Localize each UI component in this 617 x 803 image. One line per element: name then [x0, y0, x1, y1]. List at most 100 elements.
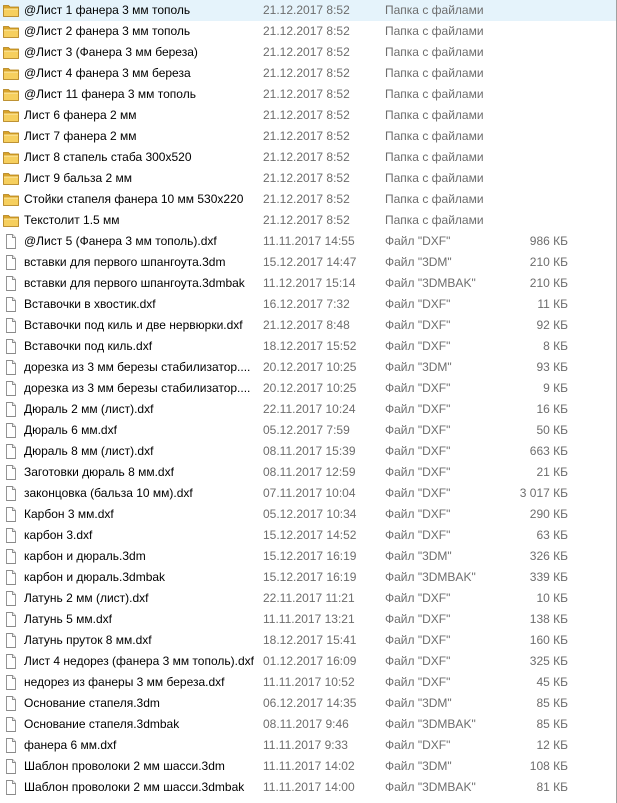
folder-icon — [3, 213, 19, 228]
file-name: Латунь 5 мм.dxf — [24, 612, 112, 626]
file-row[interactable]: Лист 4 недорез (фанера 3 мм тополь).dxf 0… — [0, 651, 616, 672]
file-row[interactable]: карбон и дюраль.3dm 15.12.2017 16:19 Файл … — [0, 546, 616, 567]
file-type: Папка с файлами — [385, 45, 484, 59]
file-name: карбон и дюраль.3dmbak — [24, 570, 166, 584]
file-name: Основание стапеля.3dmbak — [24, 717, 180, 731]
file-row[interactable]: карбон 3.dxf 15.12.2017 14:52 Файл "DXF" 63… — [0, 525, 616, 546]
file-type: Папка с файлами — [385, 87, 484, 101]
file-size: 326 КБ — [529, 549, 568, 563]
file-type: Папка с файлами — [385, 150, 484, 164]
file-row[interactable]: вставки для первого шпангоута.3dm 15.12.2… — [0, 252, 616, 273]
file-row[interactable]: Вставочки под киль и две нервюрки.dxf 21.… — [0, 315, 616, 336]
file-date: 22.11.2017 10:24 — [263, 402, 356, 416]
file-name: Вставочки под киль.dxf — [24, 339, 153, 353]
file-size: 986 КБ — [529, 234, 568, 248]
file-type: Файл "DXF" — [385, 486, 451, 500]
file-row[interactable]: Вставочки в хвостик.dxf 16.12.2017 7:32 Фа… — [0, 294, 616, 315]
file-row[interactable]: дорезка из 3 мм березы стабилизатор.... 2… — [0, 357, 616, 378]
file-row[interactable]: фанера 6 мм.dxf 11.11.2017 9:33 Файл "DXF"… — [0, 735, 616, 756]
file-row[interactable]: Шаблон проволоки 2 мм шасси.3dmbak 11.11.… — [0, 777, 616, 798]
file-row[interactable]: Лист 8 стапель стаба 300х520 21.12.2017 8… — [0, 147, 616, 168]
file-row[interactable]: Дюраль 2 мм (лист).dxf 22.11.2017 10:24 Фа… — [0, 399, 616, 420]
file-type: Файл "3DM" — [385, 759, 452, 773]
file-row[interactable]: Латунь 5 мм.dxf 11.11.2017 13:21 Файл "DXF… — [0, 609, 616, 630]
file-row[interactable]: вставки для первого шпангоута.3dmbak 11.1… — [0, 273, 616, 294]
file-date: 11.11.2017 13:21 — [263, 612, 355, 626]
file-row[interactable]: Карбон 3 мм.dxf 05.12.2017 10:34 Файл "DXF… — [0, 504, 616, 525]
file-row[interactable]: Латунь пруток 8 мм.dxf 18.12.2017 15:41 Фа… — [0, 630, 616, 651]
file-row[interactable]: Лист 9 бальза 2 мм 21.12.2017 8:52 Папка с… — [0, 168, 616, 189]
file-icon — [3, 423, 19, 438]
file-name: Лист 9 бальза 2 мм — [24, 171, 132, 185]
file-date: 11.11.2017 14:00 — [263, 780, 355, 794]
file-size: 92 КБ — [536, 318, 568, 332]
file-row[interactable]: Лист 6 фанера 2 мм 21.12.2017 8:52 Папка с… — [0, 105, 616, 126]
folder-icon — [3, 24, 19, 39]
file-row[interactable]: @Лист 11 фанера 3 мм тополь 21.12.2017 8:… — [0, 84, 616, 105]
folder-icon — [3, 45, 19, 60]
file-icon — [3, 591, 19, 606]
file-type: Папка с файлами — [385, 129, 484, 143]
file-row[interactable]: @Лист 2 фанера 3 мм тополь 21.12.2017 8:5… — [0, 21, 616, 42]
file-icon — [3, 402, 19, 417]
folder-icon — [3, 129, 19, 144]
file-type: Файл "3DM" — [385, 360, 452, 374]
file-date: 21.12.2017 8:52 — [263, 45, 350, 59]
file-name: Лист 4 недорез (фанера 3 мм тополь).dxf — [24, 654, 254, 668]
file-icon — [3, 381, 19, 396]
file-icon — [3, 465, 19, 480]
file-date: 21.12.2017 8:52 — [263, 3, 350, 17]
file-row[interactable]: Текстолит 1.5 мм 21.12.2017 8:52 Папка с ф… — [0, 210, 616, 231]
file-row[interactable]: карбон и дюраль.3dmbak 15.12.2017 16:19 Фа… — [0, 567, 616, 588]
file-size: 50 КБ — [536, 423, 568, 437]
file-type: Файл "DXF" — [385, 465, 451, 479]
file-row[interactable]: Заготовки дюраль 8 мм.dxf 08.11.2017 12:5… — [0, 462, 616, 483]
file-date: 15.12.2017 14:52 — [263, 528, 357, 542]
file-name: @Лист 5 (Фанера 3 мм тополь).dxf — [24, 234, 217, 248]
file-name: Текстолит 1.5 мм — [24, 213, 120, 227]
file-size: 290 КБ — [529, 507, 568, 521]
file-icon — [3, 780, 19, 795]
file-size: 12 КБ — [536, 738, 568, 752]
file-row[interactable]: Стойки стапеля фанера 10 мм 530х220 21.12… — [0, 189, 616, 210]
file-size: 9 КБ — [543, 381, 568, 395]
file-date: 08.11.2017 15:39 — [263, 444, 356, 458]
file-date: 11.12.2017 15:14 — [263, 276, 356, 290]
file-row[interactable]: Дюраль 6 мм.dxf 05.12.2017 7:59 Файл "DXF"… — [0, 420, 616, 441]
file-size: 108 КБ — [529, 759, 568, 773]
file-type: Папка с файлами — [385, 213, 484, 227]
file-row[interactable]: @Лист 4 фанера 3 мм береза 21.12.2017 8:5… — [0, 63, 616, 84]
file-row[interactable]: законцовка (бальза 10 мм).dxf 07.11.2017 … — [0, 483, 616, 504]
file-row[interactable]: @Лист 3 (Фанера 3 мм береза) 21.12.2017 8… — [0, 42, 616, 63]
folder-icon — [3, 87, 19, 102]
file-icon — [3, 360, 19, 375]
file-row[interactable]: Основание стапеля.3dmbak 08.11.2017 9:46 Ф… — [0, 714, 616, 735]
file-row[interactable]: @Лист 1 фанера 3 мм тополь 21.12.2017 8:5… — [0, 0, 616, 21]
file-date: 21.12.2017 8:52 — [263, 171, 350, 185]
file-icon — [3, 339, 19, 354]
file-row[interactable]: Лист 7 фанера 2 мм 21.12.2017 8:52 Папка с… — [0, 126, 616, 147]
file-icon — [3, 255, 19, 270]
file-date: 05.12.2017 10:34 — [263, 507, 357, 521]
file-name: Дюраль 8 мм (лист).dxf — [24, 444, 154, 458]
file-row[interactable]: Латунь 2 мм (лист).dxf 22.11.2017 11:21 Фа… — [0, 588, 616, 609]
file-type: Файл "DXF" — [385, 402, 451, 416]
file-row[interactable]: дорезка из 3 мм березы стабилизатор.... 2… — [0, 378, 616, 399]
file-type: Файл "3DM" — [385, 696, 452, 710]
file-size: 3 017 КБ — [519, 486, 568, 500]
file-date: 11.11.2017 10:52 — [263, 675, 355, 689]
file-name: фанера 6 мм.dxf — [24, 738, 117, 752]
file-type: Файл "DXF" — [385, 633, 451, 647]
file-row[interactable]: Основание стапеля.3dm 06.12.2017 14:35 Фай… — [0, 693, 616, 714]
file-row[interactable]: Вставочки под киль.dxf 18.12.2017 15:52 Фа… — [0, 336, 616, 357]
file-row[interactable]: @Лист 5 (Фанера 3 мм тополь).dxf 11.11.20… — [0, 231, 616, 252]
file-icon — [3, 528, 19, 543]
file-size: 138 КБ — [529, 612, 568, 626]
file-name: Вставочки в хвостик.dxf — [24, 297, 156, 311]
file-icon — [3, 570, 19, 585]
file-row[interactable]: недорез из фанеры 3 мм береза.dxf 11.11.2… — [0, 672, 616, 693]
file-name: Карбон 3 мм.dxf — [24, 507, 114, 521]
file-row[interactable]: Шаблон проволоки 2 мм шасси.3dm 11.11.201… — [0, 756, 616, 777]
file-row[interactable]: Дюраль 8 мм (лист).dxf 08.11.2017 15:39 Фа… — [0, 441, 616, 462]
file-type: Файл "DXF" — [385, 234, 451, 248]
